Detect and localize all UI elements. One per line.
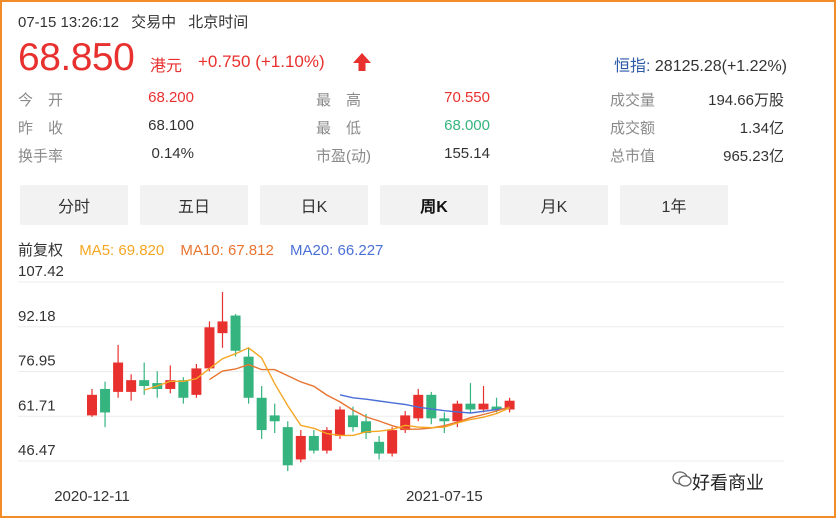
stat-value-low: 68.000 [444,117,490,134]
stat-value-amount: 1.34亿 [739,120,784,137]
candle-body [478,403,489,410]
stat-value-turnover-rate: 0.14% [151,145,194,162]
candle-body [178,380,189,398]
wechat-icon [672,471,692,487]
x-tick-label: 2021-07-15 [406,488,483,505]
index-label: 恒指: [613,58,651,75]
tab-intraday[interactable]: 分时 [20,185,128,225]
stat-label-market-cap: 总市值 [610,148,656,165]
watermark: 好看商业 [692,473,764,493]
ma5-legend: MA5: 69.820 [79,242,165,259]
timezone-label: 北京时间 [188,14,249,31]
quote-datetime: 07-15 13:26:12 [18,14,119,31]
candle-body [204,327,215,369]
stat-label-high: 最 高 [316,92,362,109]
candle-body [243,356,254,398]
y-tick-label: 92.18 [18,308,56,325]
tab-monthly-k[interactable]: 月K [500,185,608,225]
trading-status: 交易中 [131,14,177,31]
candle-body [113,362,124,392]
candle-body [387,430,398,454]
ma10-legend: MA10: 67.812 [180,242,274,259]
y-tick-label: 76.95 [18,353,56,370]
stat-label-volume: 成交量 [610,92,656,109]
ma10-line [209,363,510,430]
stat-label-low: 最 低 [316,120,362,137]
candle-body [374,441,385,454]
stat-value-market-cap: 965.23亿 [723,148,784,165]
candle-body [426,394,437,419]
stat-label-amount: 成交额 [610,120,656,137]
tab-daily-k[interactable]: 日K [260,185,368,225]
candle-body [191,368,202,395]
candle-body [295,435,306,460]
quote-status-line: 07-15 13:26:12 交易中 北京时间 [18,11,256,32]
price-change: +0.750 (+1.10%) [198,52,325,71]
stat-value-high: 70.550 [444,89,490,106]
adjust-mode[interactable]: 前复权 [18,242,63,259]
hang-seng-index[interactable]: 恒指: 28125.28(+1.22%) [614,52,787,76]
candle-body [282,427,293,466]
ma20-legend: MA20: 66.227 [290,242,384,259]
stat-value-pe: 155.14 [444,145,490,162]
ma-legend: 前复权 MA5: 69.820 MA10: 67.812 MA20: 66.22… [18,239,395,260]
currency-label: 港元 [150,58,183,75]
index-value: 28125.28(+1.22%) [654,58,787,75]
last-price: 68.850 [18,36,135,79]
stat-label-open: 今 开 [18,92,64,109]
y-tick-label: 61.71 [18,397,56,414]
candle-body [348,415,358,428]
candle-body [308,435,319,451]
candle-body [87,394,97,416]
candle-body [256,397,267,431]
y-tick-label: 107.42 [18,263,64,280]
tab-five-day[interactable]: 五日 [140,185,248,225]
stat-value-prev-close: 68.100 [148,117,194,134]
candle-body [439,418,450,422]
stat-label-pe: 市盈(动) [316,148,371,165]
stat-label-prev-close: 昨 收 [18,120,64,137]
candle-body [269,415,280,422]
candle-body [100,388,111,413]
candle-body [334,409,345,436]
stat-value-open: 68.200 [148,89,194,106]
candle-body [465,403,476,410]
candle-body [217,321,228,334]
stat-label-turnover-rate: 换手率 [18,148,64,165]
candle-body [230,315,241,351]
arrow-up-icon [353,53,371,71]
tab-one-year[interactable]: 1年 [620,185,728,225]
stat-value-volume: 194.66万股 [708,92,784,109]
x-tick-label: 2020-12-11 [54,488,130,505]
candle-body [126,380,137,392]
candle-body [139,380,150,387]
tab-weekly-k[interactable]: 周K [380,185,488,225]
y-tick-label: 46.47 [18,442,56,459]
